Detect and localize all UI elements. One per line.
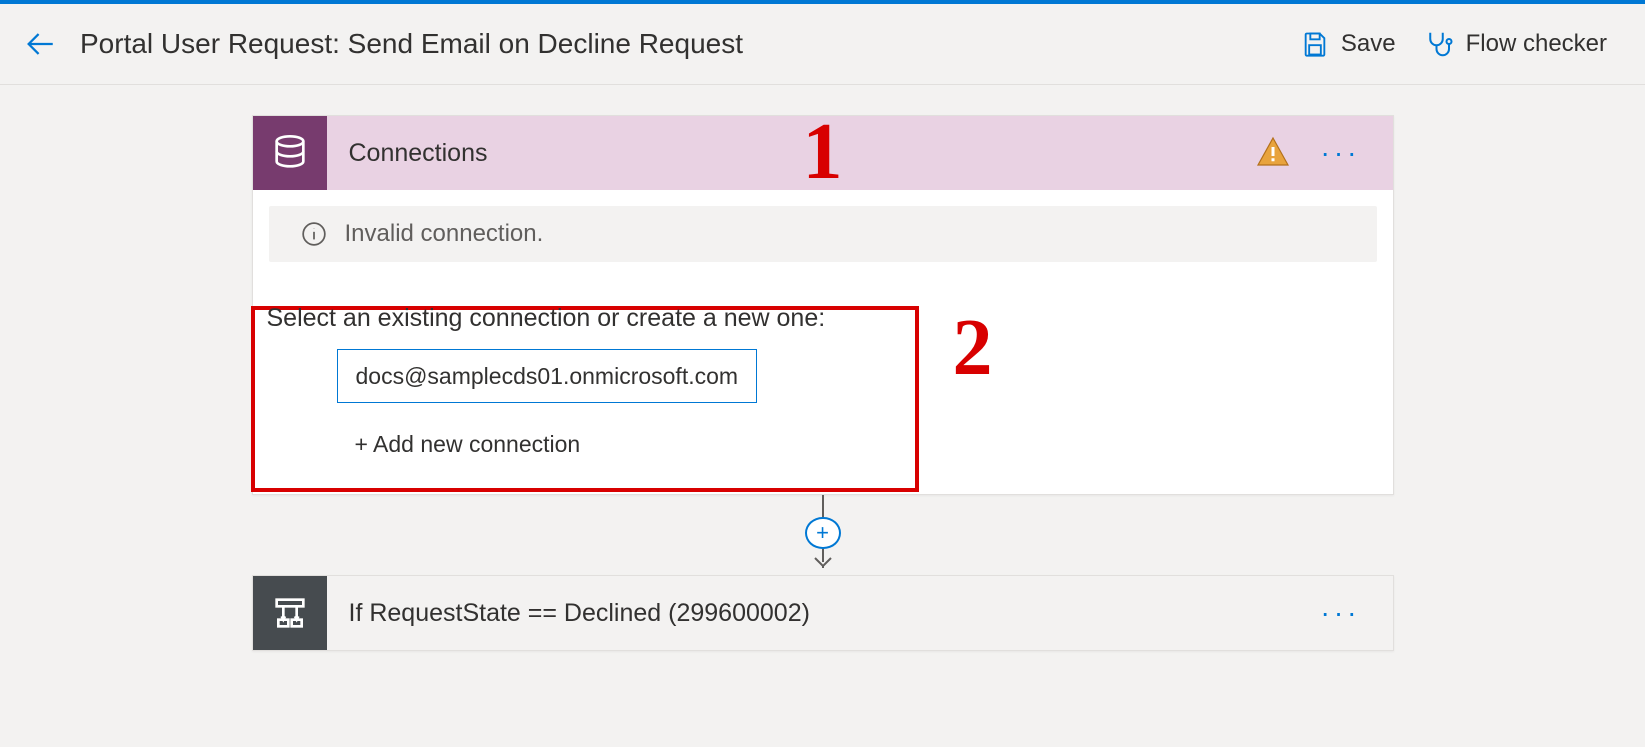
flow-checker-button[interactable]: Flow checker xyxy=(1410,23,1621,65)
back-button[interactable] xyxy=(18,22,62,66)
flow-checker-label: Flow checker xyxy=(1466,30,1607,58)
connections-card-header[interactable]: Connections ··· xyxy=(253,116,1393,190)
page-title: Portal User Request: Send Email on Decli… xyxy=(80,28,743,60)
connector: + xyxy=(253,495,1393,575)
plus-icon: + xyxy=(816,520,829,546)
info-icon xyxy=(301,221,327,247)
add-new-connection-link[interactable]: + Add new connection xyxy=(355,431,581,458)
arrow-left-icon xyxy=(23,27,57,61)
save-button[interactable]: Save xyxy=(1287,24,1410,64)
add-step-button[interactable]: + xyxy=(805,517,841,550)
database-icon xyxy=(253,116,327,190)
invalid-connection-banner: Invalid connection. xyxy=(269,206,1377,262)
save-label: Save xyxy=(1341,30,1396,58)
condition-card: If RequestState == Declined (299600002) … xyxy=(252,575,1394,651)
connections-card-body: 2 Select an existing connection or creat… xyxy=(253,278,1393,494)
connector-line xyxy=(822,495,824,517)
select-connection-label: Select an existing connection or create … xyxy=(267,304,1379,333)
existing-connection-option[interactable]: docs@samplecds01.onmicrosoft.com xyxy=(337,349,758,403)
connections-card: 1 Connections ··· xyxy=(252,115,1394,495)
header-bar: Portal User Request: Send Email on Decli… xyxy=(0,4,1645,85)
connections-title: Connections xyxy=(349,139,488,168)
condition-more-menu[interactable]: ··· xyxy=(1315,593,1367,633)
save-icon xyxy=(1301,30,1329,58)
condition-title: If RequestState == Declined (299600002) xyxy=(349,599,810,628)
condition-icon xyxy=(253,576,327,650)
arrow-down-icon xyxy=(813,556,833,575)
stethoscope-icon xyxy=(1424,29,1454,59)
info-text: Invalid connection. xyxy=(345,220,544,248)
connections-more-menu[interactable]: ··· xyxy=(1315,133,1367,173)
condition-card-header[interactable]: If RequestState == Declined (299600002) … xyxy=(253,576,1393,650)
warning-icon xyxy=(1255,135,1291,171)
flow-canvas: 1 Connections ··· xyxy=(0,85,1645,711)
